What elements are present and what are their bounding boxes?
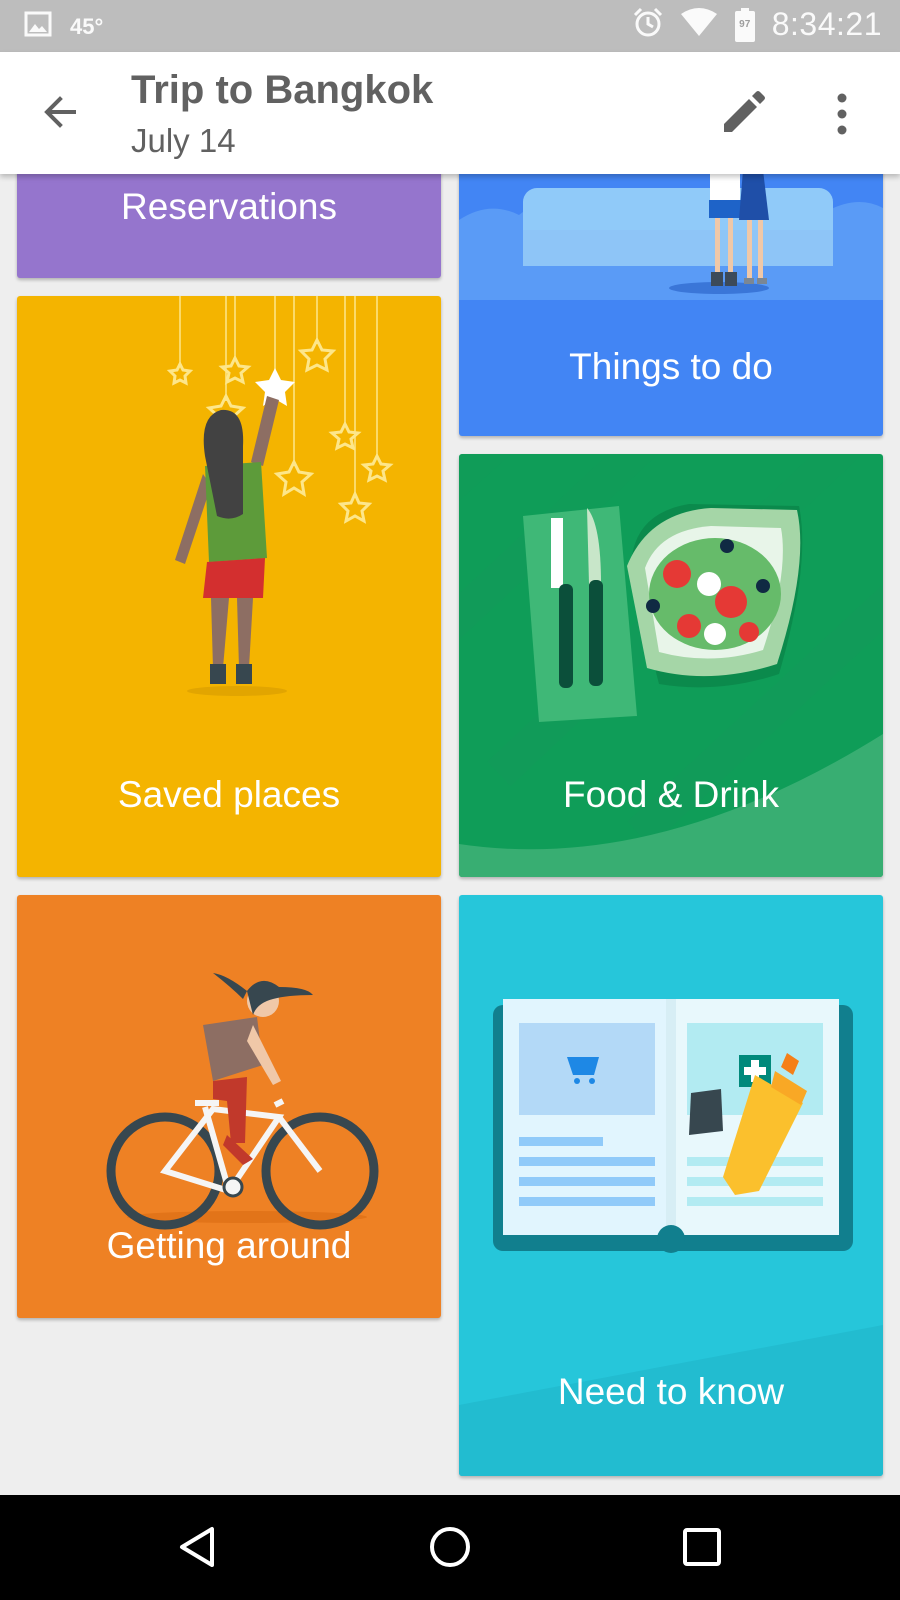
people-sofa-illustration <box>459 170 883 300</box>
battery-icon: 97 <box>734 7 756 42</box>
more-vert-icon[interactable] <box>818 86 866 142</box>
reservations-card[interactable]: Reservations <box>17 160 441 278</box>
system-nav-bar <box>0 1495 900 1600</box>
edit-pencil-icon[interactable] <box>714 86 770 142</box>
need-to-know-label: Need to know <box>557 1371 785 1412</box>
battery-level-text: 97 <box>739 18 751 30</box>
temperature-text: 45° <box>70 13 104 39</box>
clock-time: 8:34:21 <box>771 6 882 42</box>
wifi-icon <box>680 6 718 43</box>
getting-around-card[interactable]: Getting around <box>17 895 441 1318</box>
image-icon <box>24 10 52 43</box>
app-bar: Trip to Bangkok July 14 <box>0 52 900 174</box>
getting-around-label: Getting around <box>106 1225 352 1266</box>
back-triangle-icon[interactable] <box>168 1517 228 1577</box>
status-bar: 45° 97 8:34:21 <box>0 0 900 52</box>
reservations-label: Reservations <box>121 186 337 227</box>
food-drink-label: Food & Drink <box>563 774 779 815</box>
saved-places-card[interactable]: Saved places <box>17 296 441 877</box>
page-title: Trip to Bangkok <box>131 68 434 112</box>
page-subtitle: July 14 <box>131 122 236 159</box>
food-drink-card[interactable]: Food & Drink <box>459 454 883 877</box>
recents-square-icon[interactable] <box>672 1517 732 1577</box>
home-circle-icon[interactable] <box>420 1517 480 1577</box>
saved-places-label: Saved places <box>117 774 341 815</box>
need-to-know-card[interactable]: Need to know <box>459 895 883 1476</box>
things-to-do-card[interactable]: Things to do <box>459 160 883 436</box>
alarm-icon <box>632 6 664 43</box>
things-to-do-label: Things to do <box>569 346 773 387</box>
back-arrow-icon[interactable] <box>34 84 90 140</box>
